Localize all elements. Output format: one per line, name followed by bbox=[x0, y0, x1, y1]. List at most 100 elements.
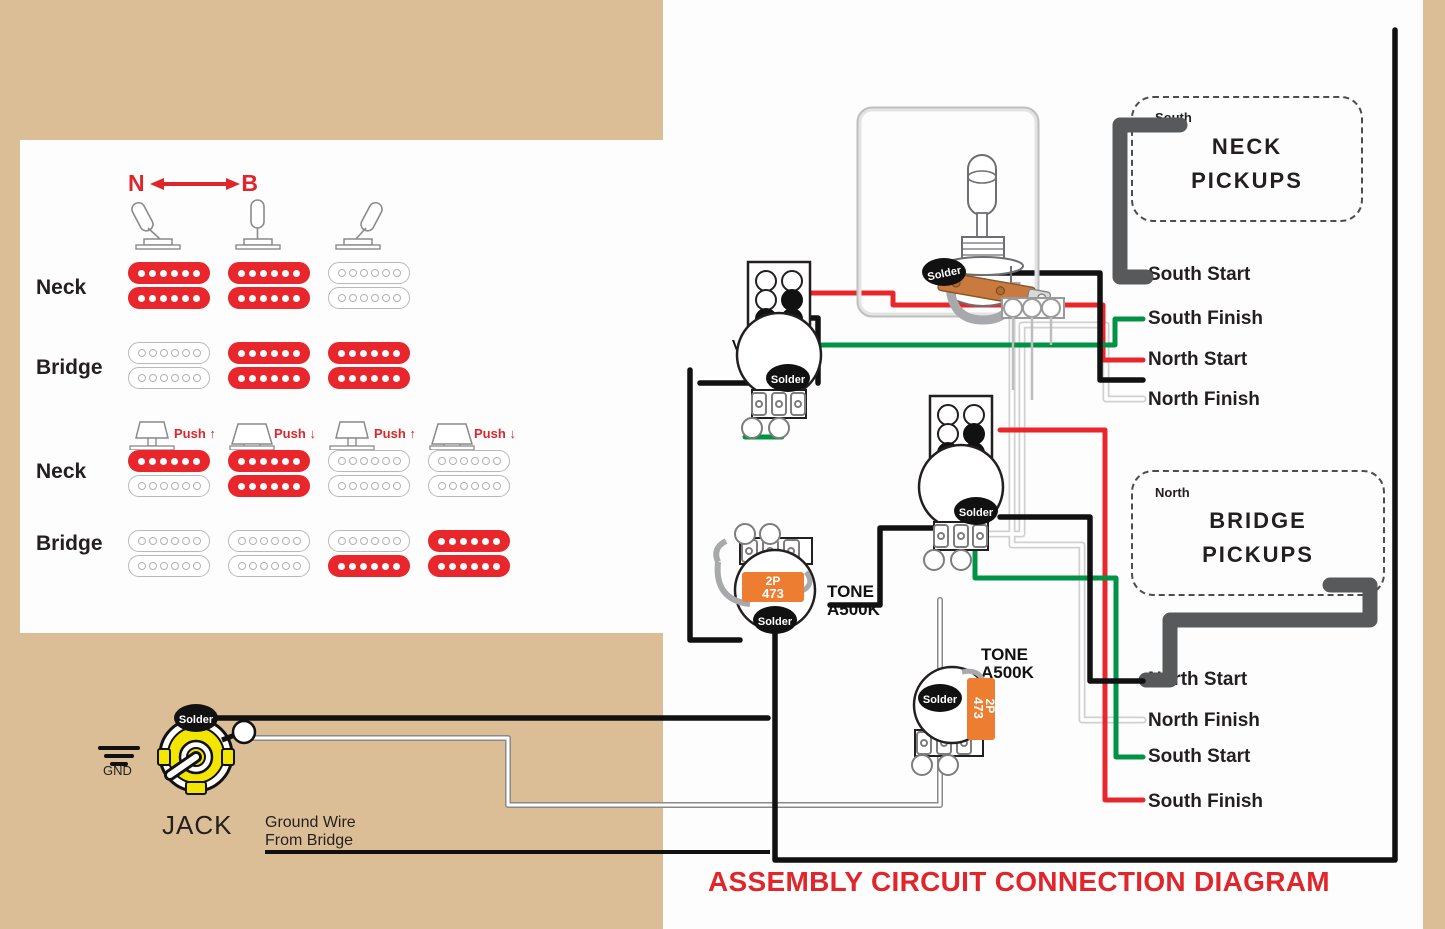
pole-piece bbox=[148, 537, 157, 545]
pole-piece bbox=[371, 374, 378, 382]
neck-wire-label-1: South Finish bbox=[1148, 308, 1264, 329]
neck-wire-label-2: North Start bbox=[1148, 349, 1248, 370]
pole-piece bbox=[193, 269, 200, 277]
pole-piece bbox=[349, 374, 356, 382]
pole-piece bbox=[282, 294, 289, 302]
bridge-pickups-title-2: PICKUPS bbox=[1202, 542, 1314, 567]
switch-pos2-bridge-pickup-coil-0 bbox=[328, 342, 410, 364]
pole-piece bbox=[360, 349, 367, 357]
pole-piece bbox=[159, 537, 168, 545]
pole-piece bbox=[282, 269, 289, 277]
bridge-wire-label-3: South Finish bbox=[1148, 791, 1264, 812]
pole-piece bbox=[259, 562, 268, 570]
pole-piece bbox=[137, 374, 146, 382]
switch-pos1-neck-pickup-coil-1 bbox=[228, 287, 310, 309]
pole-piece bbox=[137, 562, 146, 570]
pole-piece bbox=[359, 537, 368, 545]
pole-piece bbox=[148, 374, 157, 382]
pole-piece bbox=[460, 562, 467, 570]
pushpull-pos3-neck-pickup bbox=[428, 450, 510, 500]
pole-piece bbox=[359, 457, 368, 465]
pole-piece bbox=[470, 482, 479, 490]
pole-piece bbox=[492, 457, 501, 465]
pole-piece bbox=[492, 482, 501, 490]
pole-piece bbox=[192, 349, 201, 357]
pushpull-pos1-bridge-pickup-coil-0 bbox=[228, 530, 310, 552]
pole-piece bbox=[238, 482, 245, 490]
pole-piece bbox=[238, 374, 245, 382]
pushpull-label-3: Push ↓ bbox=[474, 426, 516, 441]
pole-piece bbox=[271, 349, 278, 357]
pole-piece bbox=[292, 537, 301, 545]
pole-piece bbox=[260, 269, 267, 277]
switch-pos2-bridge-pickup bbox=[328, 342, 410, 392]
switch-pos1-bridge-pickup bbox=[228, 342, 310, 392]
pole-piece bbox=[393, 562, 400, 570]
pole-piece bbox=[248, 562, 257, 570]
pushpull-label-0: Push ↑ bbox=[174, 426, 216, 441]
pole-piece bbox=[348, 457, 357, 465]
bridge-wire-label-2: South Start bbox=[1148, 746, 1251, 767]
pole-piece bbox=[282, 457, 289, 465]
pole-piece bbox=[238, 269, 245, 277]
pole-piece bbox=[370, 482, 379, 490]
pole-piece bbox=[249, 349, 256, 357]
pushpull-pos0-neck-pickup-coil-1 bbox=[128, 475, 210, 497]
pole-piece bbox=[192, 537, 201, 545]
pole-piece bbox=[381, 537, 390, 545]
pole-piece bbox=[337, 537, 346, 545]
pole-piece bbox=[271, 482, 278, 490]
pole-piece bbox=[471, 537, 478, 545]
pole-piece bbox=[459, 482, 468, 490]
pole-piece bbox=[160, 457, 167, 465]
pole-piece bbox=[159, 562, 168, 570]
switch-pos1-bridge-pickup-coil-1 bbox=[228, 367, 310, 389]
direction-indicator: N B bbox=[128, 168, 258, 198]
pole-piece bbox=[171, 457, 178, 465]
pushpull-pos0-bridge-pickup-coil-0 bbox=[128, 530, 210, 552]
pole-piece bbox=[182, 269, 189, 277]
pushpull-row-label-bridge: Bridge bbox=[36, 532, 103, 555]
pole-piece bbox=[281, 562, 290, 570]
pole-piece bbox=[138, 269, 145, 277]
tone-bridge-label: TONE A500K bbox=[981, 645, 1034, 682]
pole-piece bbox=[192, 562, 201, 570]
pole-piece bbox=[138, 294, 145, 302]
jack-label: JACK bbox=[162, 810, 233, 840]
switch-pos0-neck-pickup bbox=[128, 262, 210, 312]
pole-piece bbox=[192, 374, 201, 382]
pole-piece bbox=[237, 562, 246, 570]
pole-piece bbox=[159, 374, 168, 382]
pole-piece bbox=[293, 457, 300, 465]
pole-piece bbox=[481, 482, 490, 490]
pushpull-pos1-bridge-pickup bbox=[228, 530, 310, 580]
pole-piece bbox=[438, 562, 445, 570]
ground-wire-line-1: From Bridge bbox=[265, 832, 354, 850]
volume-neck-label: VOLUME B500K bbox=[731, 337, 797, 370]
pole-piece bbox=[149, 294, 156, 302]
pole-piece bbox=[160, 269, 167, 277]
pole-piece bbox=[449, 562, 456, 570]
direction-arrow-icon bbox=[149, 177, 240, 190]
switch-row-label-bridge: Bridge bbox=[36, 356, 103, 379]
pole-piece bbox=[170, 349, 179, 357]
switch-pos1-neck-pickup bbox=[228, 262, 310, 312]
pole-piece bbox=[281, 537, 290, 545]
pole-piece bbox=[337, 482, 346, 490]
pole-piece bbox=[348, 294, 357, 302]
pole-piece bbox=[282, 349, 289, 357]
pole-piece bbox=[359, 482, 368, 490]
pole-piece bbox=[293, 374, 300, 382]
pole-piece bbox=[482, 537, 489, 545]
pole-piece bbox=[382, 374, 389, 382]
pushpull-pos2-neck-pickup-coil-0 bbox=[328, 450, 410, 472]
pole-piece bbox=[493, 537, 500, 545]
pole-piece bbox=[271, 457, 278, 465]
pushpull-pos0-bridge-pickup-coil-1 bbox=[128, 555, 210, 577]
pushpull-label-2: Push ↑ bbox=[374, 426, 416, 441]
pushpull-pos2-neck-pickup-coil-1 bbox=[328, 475, 410, 497]
switch-pos2-bridge-pickup-coil-1 bbox=[328, 367, 410, 389]
pole-piece bbox=[170, 537, 179, 545]
bridge-pickups-title-1: BRIDGE bbox=[1209, 508, 1307, 533]
direction-right-label: B bbox=[241, 169, 258, 196]
